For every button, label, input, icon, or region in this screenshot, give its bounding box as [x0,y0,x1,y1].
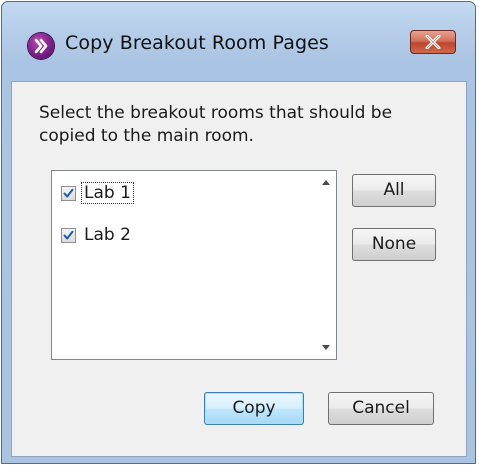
close-icon [425,35,441,49]
dialog-body: Select the breakout rooms that should be… [11,81,467,457]
scroll-down-arrow-icon[interactable] [316,337,336,357]
cancel-button[interactable]: Cancel [328,392,434,425]
select-all-button[interactable]: All [352,174,436,207]
room-2-checkbox[interactable] [61,227,76,243]
room-1-checkbox[interactable] [61,185,76,201]
instructions-text: Select the breakout rooms that should be… [39,103,393,146]
title-bar[interactable]: Copy Breakout Room Pages [2,2,475,82]
app-logo-icon [28,33,54,59]
list-item-room-1[interactable]: Lab 1 [61,181,134,205]
checkmark-icon [63,230,74,239]
window-title: Copy Breakout Room Pages [65,32,329,54]
scroll-up-arrow-icon[interactable] [316,173,336,193]
vertical-scrollbar[interactable] [316,171,336,359]
copy-button[interactable]: Copy [204,392,304,425]
select-none-button[interactable]: None [352,228,436,261]
room-2-label: Lab 2 [84,225,131,245]
checkmark-icon [63,188,74,197]
dialog-window: Copy Breakout Room Pages Select the brea… [1,1,476,464]
list-item-room-2[interactable]: Lab 2 [61,223,133,247]
room-listbox[interactable]: Lab 1 Lab 2 [51,170,337,360]
room-1-label: Lab 1 [81,182,134,204]
close-button[interactable] [410,30,456,54]
